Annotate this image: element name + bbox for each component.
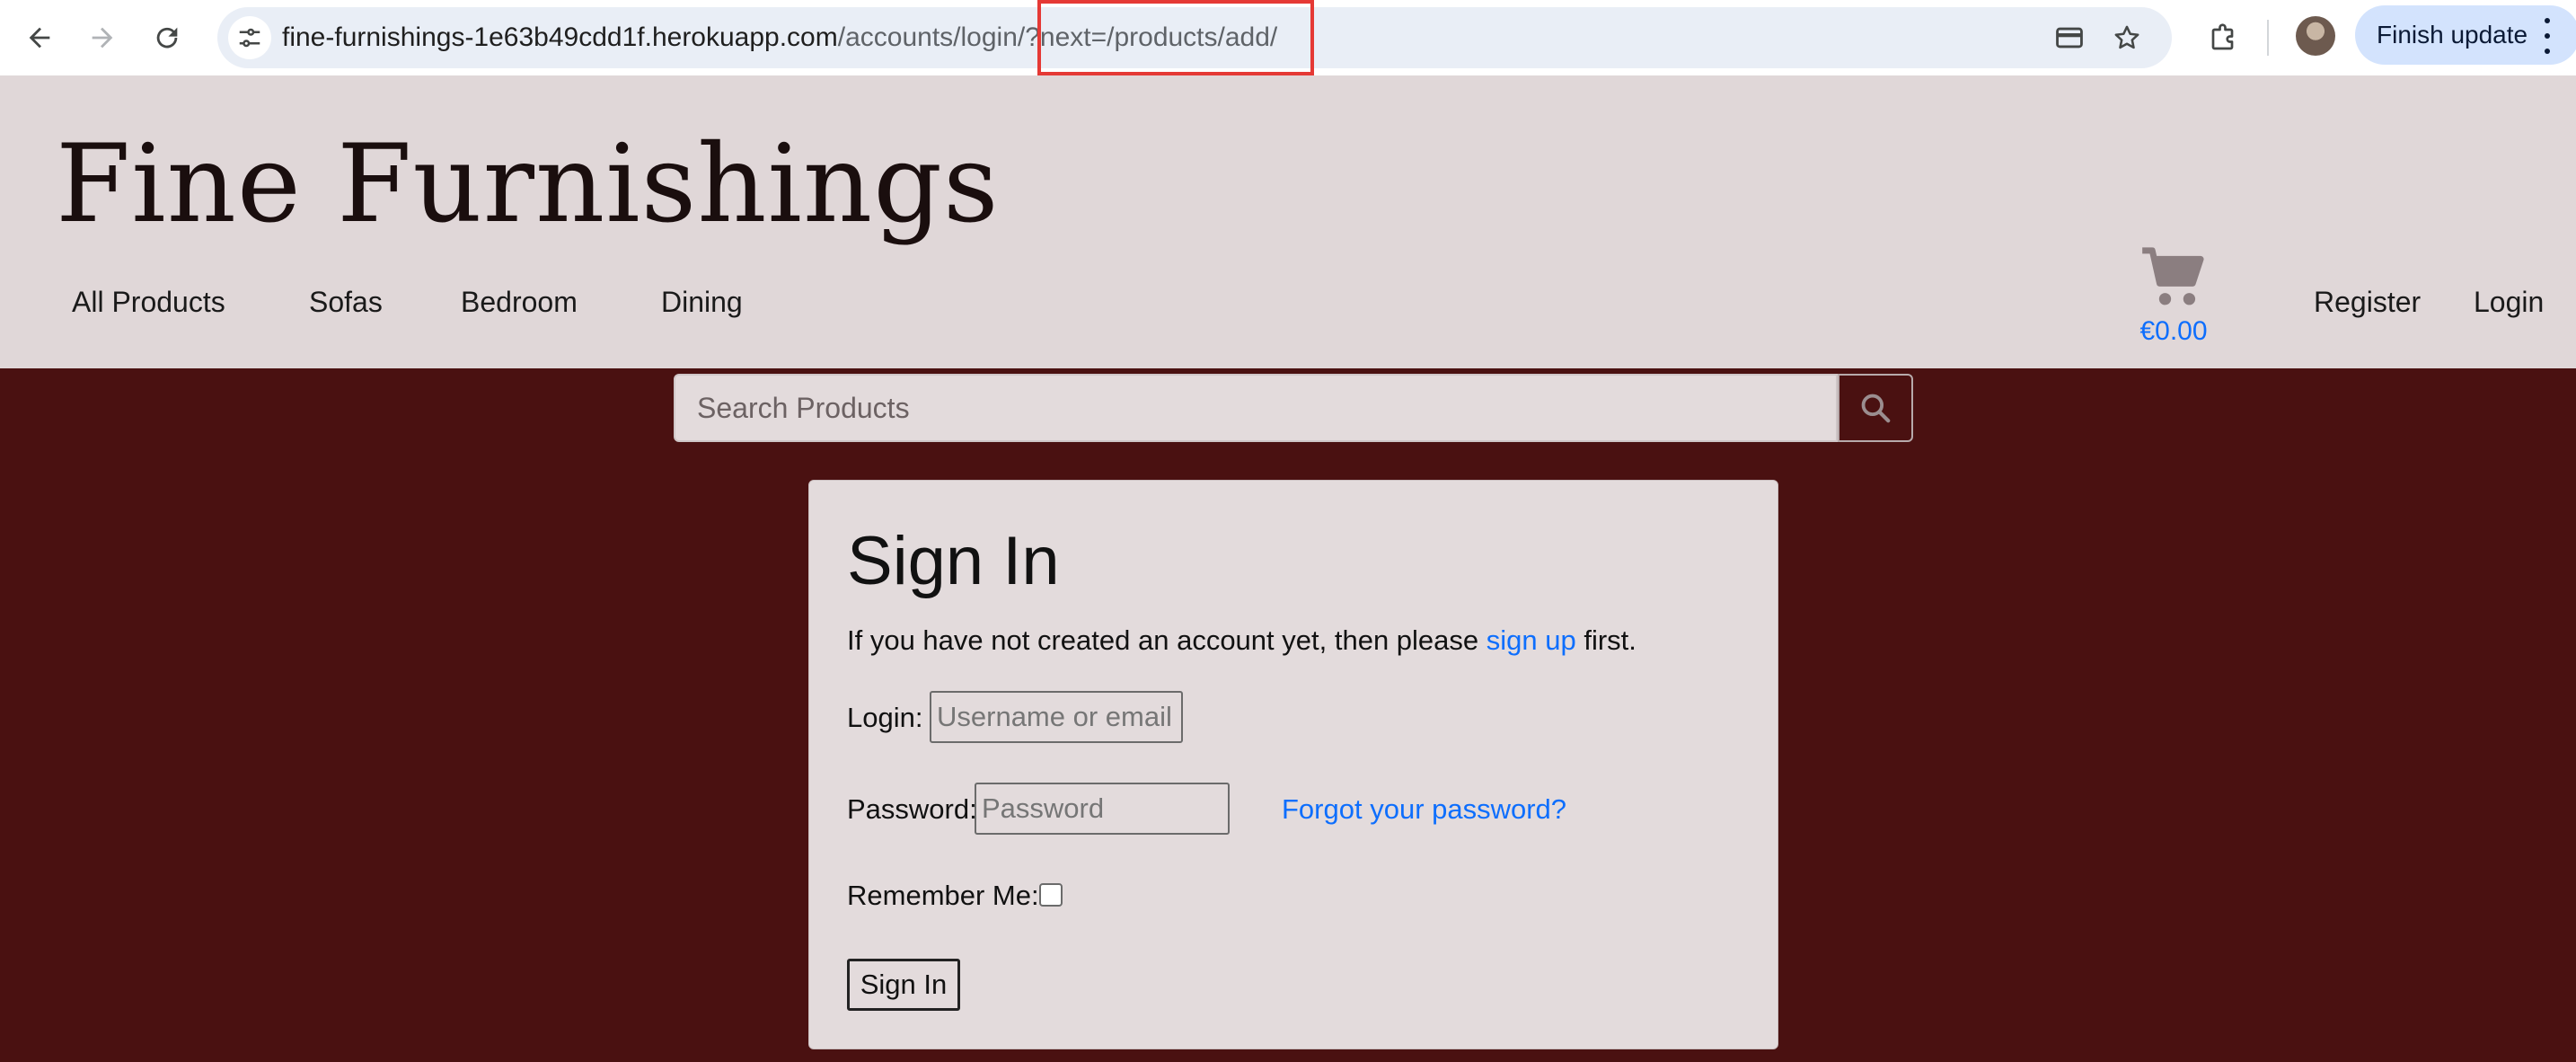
cart-total: €0.00 xyxy=(2139,316,2208,346)
star-icon xyxy=(2114,25,2139,49)
search-input[interactable] xyxy=(674,374,1838,442)
nav-dining[interactable]: Dining xyxy=(661,286,743,319)
signin-button[interactable]: Sign In xyxy=(847,959,960,1011)
arrow-right-icon xyxy=(92,27,113,49)
register-link[interactable]: Register xyxy=(2314,286,2421,319)
profile-avatar[interactable] xyxy=(2296,16,2335,56)
finish-update-label: Finish update xyxy=(2377,21,2528,49)
toolbar-divider xyxy=(2267,20,2269,56)
nav-bedroom[interactable]: Bedroom xyxy=(461,286,578,319)
login-label: Login: xyxy=(847,702,923,733)
credit-card-icon xyxy=(2056,27,2083,49)
page-title: Sign In xyxy=(847,523,1060,599)
shopping-cart-icon xyxy=(2142,247,2204,305)
remember-me-checkbox[interactable] xyxy=(1039,883,1063,907)
password-field[interactable] xyxy=(975,783,1230,835)
cart-link[interactable]: €0.00 xyxy=(2129,246,2219,372)
search-button[interactable] xyxy=(1838,374,1913,442)
reload-icon xyxy=(156,27,178,49)
forgot-password-link[interactable]: Forgot your password? xyxy=(1282,793,1566,826)
signup-prompt-tail: first. xyxy=(1575,624,1636,656)
nav-sofas[interactable]: Sofas xyxy=(309,286,383,319)
login-link[interactable]: Login xyxy=(2474,286,2544,319)
url-host: fine-furnishings-1e63b49cdd1f.herokuapp.… xyxy=(282,22,838,52)
tune-icon xyxy=(239,28,260,48)
payment-methods-button[interactable] xyxy=(2048,16,2091,59)
site-header: Fine Furnishings All Products Sofas Bedr… xyxy=(0,75,2576,368)
puzzle-icon xyxy=(2211,23,2234,50)
site-info-button[interactable] xyxy=(228,16,271,59)
url-annotation-box xyxy=(1037,0,1314,75)
site-logo[interactable]: Fine Furnishings xyxy=(56,113,1000,257)
search-icon xyxy=(1861,394,1891,423)
browser-toolbar: fine-furnishings-1e63b49cdd1f.herokuapp.… xyxy=(0,0,2576,75)
arrow-left-icon xyxy=(29,27,50,49)
bookmark-button[interactable] xyxy=(2105,16,2148,59)
more-menu-icon[interactable] xyxy=(2542,18,2553,54)
reload-button[interactable] xyxy=(142,13,192,63)
password-label: Password: xyxy=(847,793,977,825)
signup-prompt: If you have not created an account yet, … xyxy=(847,624,1636,657)
remember-me-label: Remember Me: xyxy=(847,880,1039,911)
signup-prompt-text: If you have not created an account yet, … xyxy=(847,624,1486,656)
nav-all-products[interactable]: All Products xyxy=(72,286,225,319)
search-form xyxy=(674,374,1913,442)
forward-button[interactable] xyxy=(77,13,128,63)
signup-link[interactable]: sign up xyxy=(1486,624,1576,656)
back-button[interactable] xyxy=(14,13,65,63)
login-field[interactable] xyxy=(930,691,1183,743)
signin-card: Sign In If you have not created an accou… xyxy=(808,480,1778,1049)
extensions-button[interactable] xyxy=(2199,13,2249,63)
